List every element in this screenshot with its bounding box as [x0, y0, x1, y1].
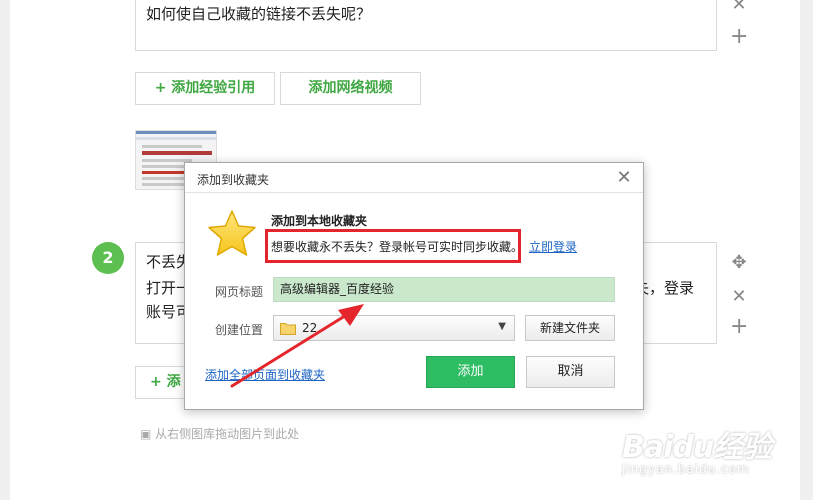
- plus-icon: +: [150, 374, 162, 390]
- baidu-watermark: Baidu经验 jingyan.baidu.com: [622, 422, 802, 492]
- sync-description: 想要收藏永不丢失？登录帐号可实时同步收藏。: [271, 240, 524, 254]
- image-drop-hint: ▣ 从右侧图库拖动图片到此处: [140, 425, 299, 442]
- add-reference-label-partial: 添: [166, 374, 181, 390]
- star-icon: [208, 210, 256, 256]
- login-link[interactable]: 立即登录: [529, 238, 577, 255]
- annotation-arrow: [230, 304, 364, 388]
- step-number-badge: 2: [92, 242, 124, 274]
- step1-text: 如何使自己收藏的链接不丢失呢？: [146, 5, 372, 23]
- add-video-label: 添加网络视频: [308, 80, 393, 96]
- new-folder-button[interactable]: 新建文件夹: [525, 315, 615, 341]
- baidu-url: jingyan.baidu.com: [622, 462, 750, 476]
- dialog-titlebar[interactable]: 添加到收藏夹 ✕: [185, 163, 643, 193]
- add-reference-label: 添加经验引用: [171, 80, 256, 96]
- chevron-down-icon: ▼: [498, 321, 506, 332]
- add-reference-button[interactable]: + 添加经验引用: [135, 72, 275, 105]
- image-drop-hint-text: 从右侧图库拖动图片到此处: [155, 427, 300, 441]
- close-icon[interactable]: ✕: [615, 169, 633, 187]
- baidu-logo: Baidu经验: [622, 430, 772, 465]
- move-icon[interactable]: ✥: [730, 254, 748, 272]
- add-button[interactable]: 添加: [426, 356, 515, 388]
- cancel-button[interactable]: 取消: [526, 356, 615, 388]
- image-icon: ▣: [140, 427, 152, 441]
- add-step1-icon[interactable]: +: [730, 26, 748, 48]
- dialog-title: 添加到收藏夹: [197, 173, 270, 187]
- add-video-button[interactable]: 添加网络视频: [280, 72, 421, 105]
- plus-icon: +: [154, 80, 167, 96]
- delete-step2-icon[interactable]: ✕: [730, 288, 748, 306]
- step1-textbox[interactable]: 如何使自己收藏的链接不丢失呢？: [135, 0, 717, 51]
- delete-step1-icon[interactable]: ✕: [730, 0, 748, 14]
- add-step2-icon[interactable]: +: [730, 316, 748, 338]
- dialog-heading: 添加到本地收藏夹: [271, 214, 368, 228]
